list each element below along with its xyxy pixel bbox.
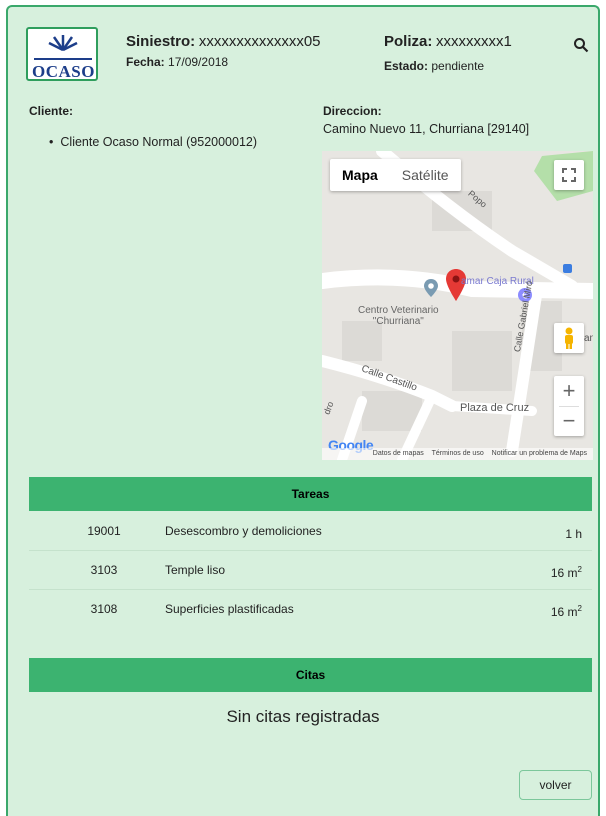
tarea-desc: Temple liso <box>165 563 226 577</box>
table-row: 3108 Superficies plastificadas 16 m2 <box>29 590 592 628</box>
map-data-link[interactable]: Datos de mapas <box>373 450 424 457</box>
zoom-divider <box>559 406 579 407</box>
map-type-control: Mapa Satélite <box>330 159 461 191</box>
zoom-control: + − <box>554 376 584 436</box>
map-type-mapa[interactable]: Mapa <box>330 159 390 191</box>
poliza-value: xxxxxxxxx1 <box>435 33 512 50</box>
cliente-label: Cliente: <box>29 104 74 118</box>
map-place-label: Plaza de Cruz <box>460 402 530 414</box>
estado-label: Estado: <box>384 59 429 73</box>
map-poi-label: Centro Veterinario "Churriana" <box>358 305 439 327</box>
map-footer: Datos de mapas Términos de uso Notificar… <box>322 448 593 460</box>
street-view-button[interactable] <box>554 323 584 353</box>
direccion-value: Camino Nuevo 11, Churriana [29140] <box>323 122 530 136</box>
table-row: 3103 Temple liso 16 m2 <box>29 551 592 590</box>
tarea-qty: 1 h <box>565 527 582 541</box>
tarea-desc: Desescombro y demoliciones <box>165 524 322 538</box>
map-type-satelite[interactable]: Satélite <box>390 159 461 191</box>
fecha-label: Fecha: <box>126 55 165 69</box>
fullscreen-button[interactable] <box>554 160 584 190</box>
pegman-icon <box>565 327 573 349</box>
tarea-code: 19001 <box>87 524 121 538</box>
fullscreen-icon <box>562 168 576 182</box>
poliza-line: Poliza: xxxxxxxxx1 <box>384 33 512 50</box>
tarea-qty: 16 m2 <box>550 565 582 580</box>
estado-line: Estado: pendiente <box>384 59 484 73</box>
map[interactable]: € Centro Veterinario "Churriana" amar Ca… <box>322 151 593 460</box>
map-report-link[interactable]: Notificar un problema de Maps <box>492 450 587 457</box>
citas-header: Citas <box>29 658 592 692</box>
search-icon[interactable] <box>573 37 589 53</box>
fecha-value: 17/09/2018 <box>168 55 229 69</box>
tarea-qty: 16 m2 <box>550 604 582 619</box>
zoom-in-button[interactable]: + <box>554 376 584 406</box>
volver-button[interactable]: volver <box>519 770 592 800</box>
siniestro-value: xxxxxxxxxxxxxx05 <box>198 33 321 50</box>
sun-rays-icon <box>48 35 78 51</box>
poliza-label: Poliza: <box>384 33 433 50</box>
tarea-code: 3103 <box>90 563 118 577</box>
table-row: 19001 Desescombro y demoliciones 1 h <box>29 512 592 551</box>
cliente-item: Cliente Ocaso Normal (952000012) <box>49 135 257 149</box>
ocaso-logo: OCASO <box>26 27 98 81</box>
transit-icon <box>563 264 572 273</box>
logo-text: OCASO <box>32 62 95 81</box>
citas-empty-message: Sin citas registradas <box>226 707 380 726</box>
poi-pin-icon <box>424 279 438 297</box>
map-edge-label: an <box>584 333 593 344</box>
tarea-code: 3108 <box>90 602 118 616</box>
zoom-out-button[interactable]: − <box>554 406 584 436</box>
map-terms-link[interactable]: Términos de uso <box>432 450 484 457</box>
fecha-line: Fecha: 17/09/2018 <box>126 55 228 69</box>
tareas-header: Tareas <box>29 477 592 511</box>
logo-bar <box>34 58 92 60</box>
siniestro-label: Siniestro: <box>126 33 196 50</box>
direccion-label: Direccion: <box>323 104 382 118</box>
tarea-desc: Superficies plastificadas <box>165 602 294 616</box>
estado-value: pendiente <box>431 59 485 73</box>
siniestro-line: Siniestro: xxxxxxxxxxxxxx05 <box>126 33 321 50</box>
